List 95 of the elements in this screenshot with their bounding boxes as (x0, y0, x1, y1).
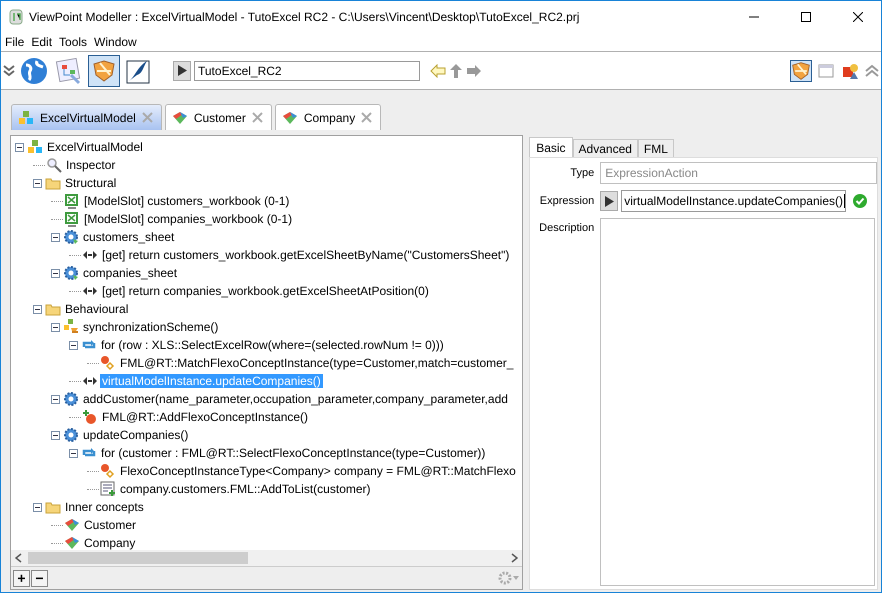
tree-item[interactable]: FlexoConceptInstanceType<Company> company = FML@RT::MatchFlexo (118, 464, 518, 478)
close-icon (853, 12, 863, 22)
collapse-icon[interactable] (33, 502, 42, 512)
cubes-icon (27, 139, 43, 155)
globe-icon (20, 56, 48, 84)
document-tab[interactable]: Customer (164, 104, 272, 130)
collapse-icon[interactable] (33, 178, 42, 188)
expression-field[interactable]: virtualModelInstance.updateCompanies() (621, 190, 846, 212)
tree-item[interactable]: addCustomer(name_parameter,occupation_parameter,company_parameter,add (81, 392, 510, 406)
tree-item[interactable]: for (row : XLS::SelectExcelRow(where=(selected.rowNum != 0))) (99, 338, 446, 352)
type-field[interactable]: ExpressionAction (600, 162, 877, 184)
collapse-icon[interactable] (51, 232, 60, 242)
tree-item[interactable]: Customer (82, 518, 138, 532)
menu-item[interactable]: File (5, 34, 24, 48)
add-button[interactable]: + (13, 570, 30, 586)
gear-icon (63, 229, 79, 245)
concept-icon (64, 517, 80, 533)
up-arrow-icon[interactable] (449, 62, 463, 78)
cubes-icon (18, 110, 34, 126)
tree-item[interactable]: Inspector (64, 158, 118, 172)
collapse-icon[interactable] (51, 430, 60, 440)
tree-item[interactable]: [get] return customers_workbook.getExcelSheetByName("CustomersSheet") (100, 248, 512, 262)
collapse-icon[interactable] (33, 304, 42, 314)
gear-icon (63, 391, 79, 407)
panel-tab[interactable]: FML (638, 139, 674, 157)
tree-item[interactable]: [get] return companies_workbook.getExcelSheetAtPosition(0) (100, 284, 431, 298)
tree-item[interactable]: company.customers.FML::AddToList(customer) (118, 482, 373, 496)
tree-item[interactable]: Company (82, 536, 138, 550)
cubes-icon (63, 319, 79, 335)
tab-label: ExcelVirtualModel (40, 110, 136, 124)
gear-icon (63, 427, 79, 443)
tree-item[interactable]: ExcelVirtualModel (45, 140, 145, 154)
tree-item[interactable]: Inner concepts (63, 500, 146, 514)
double-chevron-icon[interactable] (3, 64, 15, 78)
concept-icon (282, 110, 298, 126)
scroll-left-icon[interactable] (15, 553, 22, 563)
concept-icon (172, 110, 188, 126)
concept-icon (64, 535, 80, 550)
scroll-right-icon[interactable] (511, 553, 518, 563)
tree-item[interactable]: for (customer : FML@RT::SelectFlexoConceptInstance(type=Customer)) (99, 446, 488, 460)
horizontal-scrollbar[interactable] (11, 550, 522, 566)
list-add-icon (100, 481, 116, 497)
double-chevron-icon[interactable] (865, 64, 879, 78)
menu-item[interactable]: Window (94, 34, 137, 48)
gear-icon (63, 265, 79, 281)
window-title: ViewPoint Modeller : ExcelVirtualModel - TutoExcel RC2 - C:\Users\Vincent\Desktop\TutoExcel_RC2.prj (29, 10, 580, 24)
collapse-icon[interactable] (15, 142, 24, 152)
magnifier-icon (46, 157, 62, 173)
tree-item[interactable]: [ModelSlot] customers_workbook (0-1) (82, 194, 292, 208)
tree-item[interactable]: Behavioural (63, 302, 130, 316)
collapse-icon[interactable] (51, 394, 60, 404)
tree-item[interactable]: [ModelSlot] companies_workbook (0-1) (82, 212, 294, 226)
collapse-icon[interactable] (69, 448, 78, 458)
tree-item[interactable]: FML@RT::AddFlexoConceptInstance() (100, 410, 310, 424)
menu-item[interactable]: Edit (31, 34, 52, 48)
tree-item[interactable]: synchronizationScheme() (81, 320, 220, 334)
description-field[interactable] (600, 218, 875, 586)
panel-tab[interactable]: Advanced (572, 139, 638, 157)
collapse-icon[interactable] (69, 340, 78, 350)
tool-button[interactable] (88, 54, 120, 86)
field-label: Expression (538, 195, 596, 207)
maximize-icon (801, 12, 811, 22)
play-button[interactable] (173, 60, 191, 80)
tree-item[interactable]: Structural (63, 176, 118, 190)
app-icon (9, 8, 23, 24)
play-icon (178, 65, 186, 76)
tab-label: Company (304, 110, 356, 124)
forward-arrow-icon[interactable] (466, 64, 482, 78)
tree-item[interactable]: FML@RT::MatchFlexoConceptInstance(type=Customer,match=customer_ (118, 356, 516, 370)
panel-tab[interactable]: Basic (529, 137, 573, 157)
spreadsheet-icon (64, 211, 80, 227)
tree-item[interactable]: customers_sheet (81, 230, 176, 244)
match-icon (100, 463, 116, 479)
tree-item[interactable]: updateCompanies() (81, 428, 190, 442)
tree-item[interactable]: companies_sheet (81, 266, 180, 280)
remove-button[interactable]: − (31, 570, 48, 586)
collapse-icon[interactable] (51, 322, 60, 332)
field-label: Type (569, 167, 596, 179)
collapse-icon[interactable] (51, 268, 60, 278)
back-arrow-icon[interactable] (430, 64, 446, 78)
field-label: Description (538, 221, 596, 234)
document-tab[interactable]: Company (274, 104, 382, 130)
add-instance-icon (82, 409, 98, 425)
shapes-icon (842, 62, 860, 80)
document-tab[interactable]: ExcelVirtualModel (11, 104, 162, 130)
match-icon (100, 355, 116, 371)
play-button[interactable] (600, 191, 618, 211)
menu-item[interactable]: Tools (59, 34, 88, 48)
path-field[interactable]: TutoExcel_RC2 (194, 60, 420, 80)
shield-icon (92, 58, 116, 82)
window-icon (818, 62, 834, 78)
tab-label: Customer (194, 110, 246, 124)
play-icon (604, 196, 614, 206)
tool-button[interactable] (790, 60, 812, 82)
spreadsheet-icon (64, 193, 80, 209)
